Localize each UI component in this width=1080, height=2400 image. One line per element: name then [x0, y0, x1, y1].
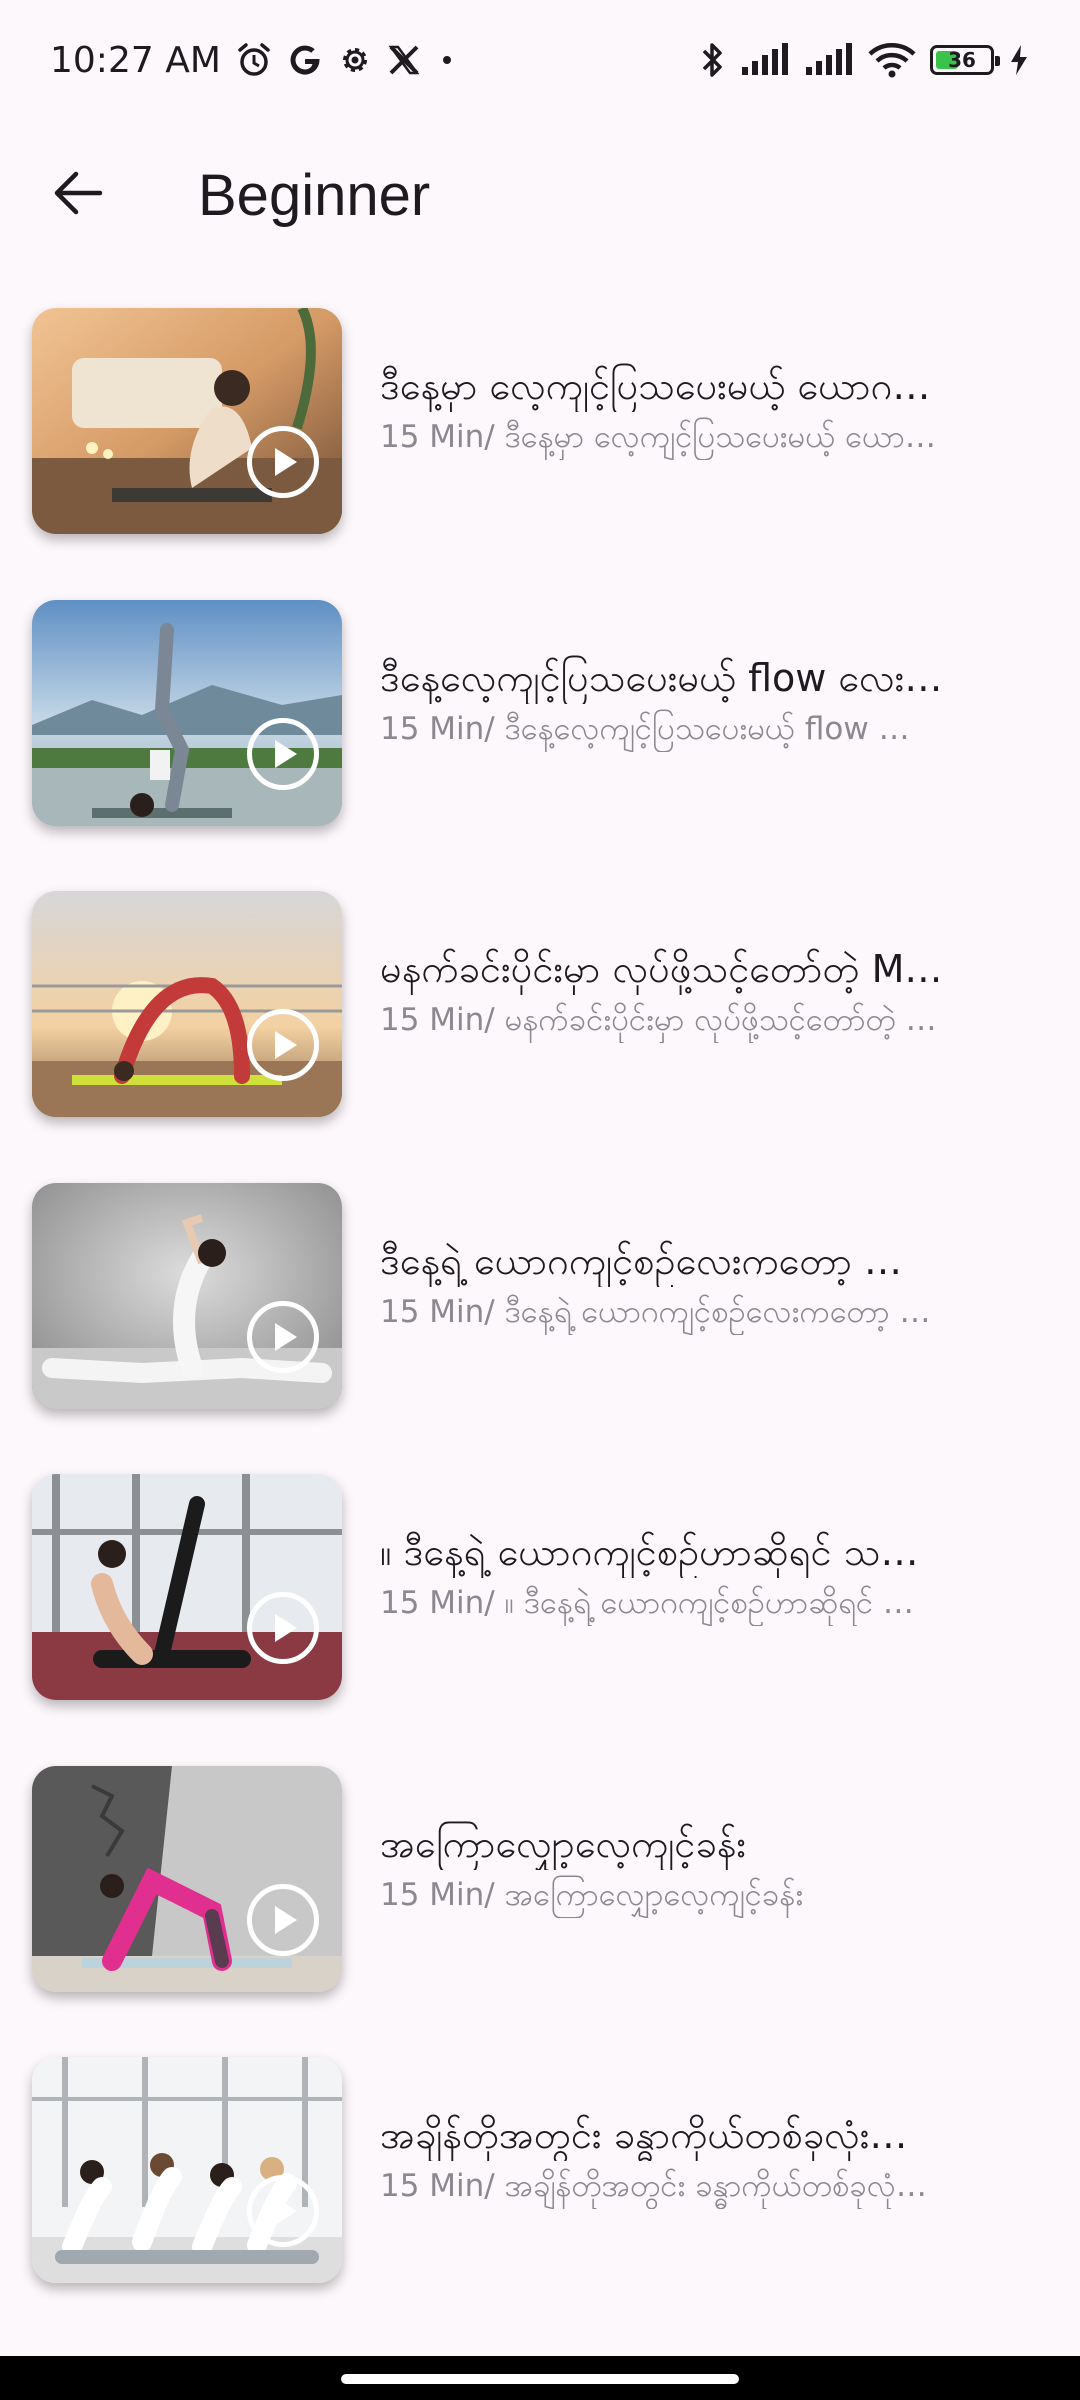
- charging-icon: [1008, 43, 1030, 77]
- list-item[interactable]: အချိန်တိုအတွင်း ခန္ဓာကိုယ်တစ်ခုလုံး… 15 …: [0, 2049, 1080, 2341]
- battery-percent: 36: [948, 48, 976, 72]
- video-subtitle: 15 Min/ ဒီနေ့ရဲ့ ယောဂကျင့်စဉ်လေးကတော့ …: [380, 1293, 931, 1330]
- signal-icon: [804, 43, 854, 77]
- video-subtitle: 15 Min/ ။ ဒီနေ့ရဲ့ ယောဂကျင့်စဉ်ဟာဆိုရင် …: [380, 1585, 914, 1621]
- list-item[interactable]: ဒီနေ့ရဲ့ ယောဂကျင့်စဉ်လေးကတော့ … 15 Min/ …: [0, 1175, 1080, 1467]
- home-indicator[interactable]: [341, 2374, 739, 2384]
- video-thumbnail[interactable]: [32, 891, 342, 1117]
- video-title: ။ ဒီနေ့ရဲ့ ယောဂကျင့်စဉ်ဟာဆိုရင် သ…: [380, 1530, 919, 1574]
- video-thumbnail[interactable]: [32, 1474, 342, 1700]
- back-button[interactable]: [18, 135, 138, 255]
- alarm-icon: [235, 41, 273, 79]
- play-icon: [247, 1883, 319, 1956]
- video-subtitle: 15 Min/ ဒီနေ့လေ့ကျင့်ပြသပေးမယ့် flow …: [380, 710, 910, 747]
- dot-icon: [435, 48, 459, 72]
- signal-icon: [740, 43, 790, 77]
- video-thumbnail[interactable]: [32, 1182, 342, 1409]
- play-icon: [247, 2175, 319, 2247]
- video-title: အချိန်တိုအတွင်း ခန္ဓာကိုယ်တစ်ခုလုံး…: [380, 2113, 908, 2157]
- arrow-left-icon: [52, 169, 104, 221]
- play-icon: [247, 1300, 319, 1373]
- play-icon: [247, 426, 319, 498]
- video-thumbnail[interactable]: [32, 1765, 342, 1992]
- status-bar: 10:27 AM 36: [0, 0, 1080, 120]
- play-icon: [247, 717, 319, 790]
- video-title: အကြောလျှော့လေ့ကျင့်ခန်း: [380, 1821, 747, 1866]
- bluetooth-icon: [698, 41, 726, 79]
- list-item[interactable]: ။ ဒီနေ့ရဲ့ ယောဂကျင့်စဉ်ဟာဆိုရင် သ… 15 Mi…: [0, 1466, 1080, 1758]
- play-icon: [247, 1009, 319, 1081]
- video-title: ဒီနေ့ရဲ့ ယောဂကျင့်စဉ်လေးကတော့ …: [380, 1238, 903, 1283]
- video-subtitle: 15 Min/ အချိန်တိုအတွင်း ခန္ဓာကိုယ်တစ်ခုလ…: [380, 2168, 927, 2204]
- video-subtitle: 15 Min/ မနက်ခင်းပိုင်းမှာ လုပ်ဖို့သင့်တေ…: [380, 1002, 937, 1038]
- x-icon: [387, 43, 421, 77]
- battery-icon: 36: [930, 45, 1000, 75]
- google-icon: [287, 42, 323, 78]
- video-list: ဒီနေ့မှာ လေ့ကျင့်ပြသပေးမယ့် ယောဂ… 15 Min…: [0, 300, 1080, 2341]
- video-title: မနက်ခင်းပိုင်းမှာ လုပ်ဖို့သင့်တော်တဲ့ M…: [380, 947, 943, 991]
- video-thumbnail[interactable]: [32, 2057, 342, 2283]
- video-thumbnail[interactable]: [32, 308, 342, 534]
- video-subtitle: 15 Min/ ဒီနေ့မှာ လေ့ကျင့်ပြသပေးမယ့် ယော…: [380, 419, 936, 455]
- list-item[interactable]: ဒီနေ့လေ့ကျင့်ပြသပေးမယ့် flow လေး… 15 Min…: [0, 592, 1080, 884]
- play-icon: [247, 1592, 319, 1664]
- wifi-icon: [868, 42, 916, 78]
- list-item[interactable]: အကြောလျှော့လေ့ကျင့်ခန်း 15 Min/ အကြောလျှ…: [0, 1758, 1080, 2050]
- video-title: ဒီနေ့မှာ လေ့ကျင့်ပြသပေးမယ့် ယောဂ…: [380, 364, 931, 408]
- video-subtitle: 15 Min/ အကြောလျှော့လေ့ကျင့်ခန်း: [380, 1876, 804, 1913]
- list-item[interactable]: ဒီနေ့မှာ လေ့ကျင့်ပြသပေးမယ့် ယောဂ… 15 Min…: [0, 300, 1080, 592]
- video-title: ဒီနေ့လေ့ကျင့်ပြသပေးမယ့် flow လေး…: [380, 655, 943, 700]
- status-time: 10:27 AM: [50, 39, 221, 81]
- video-thumbnail[interactable]: [32, 599, 342, 826]
- app-bar: Beginner: [0, 120, 1080, 270]
- settings-icon: [337, 42, 373, 78]
- page-title: Beginner: [198, 162, 431, 228]
- list-item[interactable]: မနက်ခင်းပိုင်းမှာ လုပ်ဖို့သင့်တော်တဲ့ M……: [0, 883, 1080, 1175]
